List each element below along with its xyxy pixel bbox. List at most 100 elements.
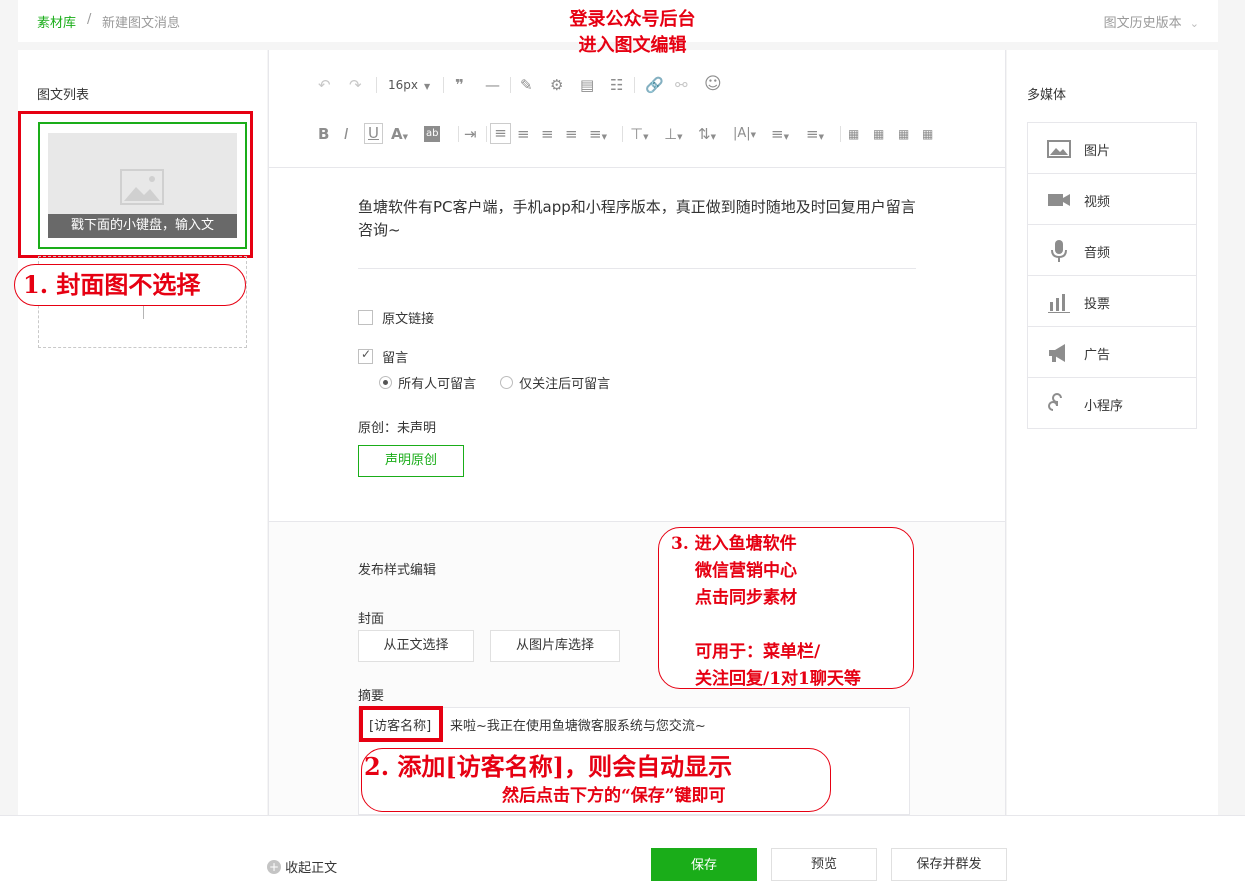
unordered-list-icon[interactable]: ≡▼	[806, 126, 824, 145]
annotation-step3: 3. 进入鱼塘软件 微信营销中心 点击同步素材 可用于：菜单栏/ 关注回复/1对…	[658, 527, 914, 689]
align-right-icon[interactable]: ≡	[541, 126, 554, 142]
comment-all-option[interactable]: 所有人可留言	[379, 373, 476, 392]
media-item-vote[interactable]: 投票	[1027, 276, 1197, 327]
image-center-icon[interactable]: ▦	[922, 126, 933, 142]
video-icon	[1048, 194, 1070, 206]
cover-placeholder: 戳下面的小键盘，输入文	[48, 133, 237, 238]
font-color-icon[interactable]: A▼	[391, 126, 408, 145]
comment-followers-option[interactable]: 仅关注后可留言	[500, 373, 610, 392]
annotation-step3-line: 点击同步素材	[695, 588, 797, 608]
miniprogram-icon	[1048, 393, 1062, 411]
media-item-video[interactable]: 视频	[1027, 174, 1197, 225]
annotation-step1: 1. 封面图不选择	[14, 264, 246, 306]
blockquote-icon[interactable]: ❞	[455, 77, 464, 93]
original-link-option[interactable]: 原文链接	[358, 308, 434, 327]
history-versions-label: 图文历史版本	[1103, 16, 1182, 31]
annotation-step3-line: 关注回复/1对1聊天等	[695, 669, 861, 689]
media-item-label: 投票	[1084, 297, 1111, 312]
original-link-checkbox[interactable]	[358, 310, 373, 325]
align-justify-icon[interactable]: ≡	[565, 126, 578, 142]
comment-followers-radio[interactable]	[500, 376, 513, 389]
document-icon[interactable]: ☷	[610, 77, 623, 93]
summary-text: 来啦~我正在使用鱼塘微客服系统与您交流~	[450, 719, 706, 734]
media-item-audio[interactable]: 音频	[1027, 225, 1197, 276]
annotation-step2: 2. 添加[访客名称]，则会自动显示 然后点击下方的“保存”键即可	[361, 748, 831, 812]
media-item-label: 图片	[1084, 144, 1111, 159]
image-placeholder-icon	[120, 169, 164, 205]
collapse-body-label: 收起正文	[285, 861, 338, 876]
annotation-top-line2: 进入图文编辑	[578, 35, 687, 56]
audio-icon	[1051, 240, 1067, 262]
paragraph-spacing-icon[interactable]: ≡▼	[589, 126, 607, 145]
line-height-icon[interactable]: ⇅▼	[698, 126, 716, 145]
cover-label: 封面	[358, 612, 385, 627]
cover-from-library-button[interactable]: 从图片库选择	[490, 630, 620, 662]
image-inline-icon[interactable]: ▦	[898, 126, 909, 142]
annotation-step3-line: 微信营销中心	[695, 561, 797, 581]
media-item-label: 小程序	[1084, 399, 1124, 414]
media-item-image[interactable]: 图片	[1027, 123, 1197, 174]
original-link-label: 原文链接	[382, 312, 435, 327]
plus-circle-icon: +	[267, 859, 281, 874]
history-versions-link[interactable]: 图文历史版本 ⌄	[1104, 12, 1199, 31]
background-color-icon[interactable]: ab	[424, 126, 441, 142]
clear-format-icon[interactable]: ⚙	[550, 77, 563, 93]
annotation-step2-line1: 2. 添加[访客名称]，则会自动显示	[364, 752, 733, 781]
horizontal-rule-icon[interactable]: —	[485, 77, 500, 93]
media-title: 多媒体	[1027, 88, 1067, 103]
save-and-send-button[interactable]: 保存并群发	[891, 848, 1007, 881]
spacing-before-icon[interactable]: ⊤▼	[630, 126, 648, 145]
align-center-icon[interactable]: ≡	[517, 126, 530, 142]
comment-option[interactable]: ✓ 留言	[358, 347, 408, 366]
spacing-after-icon[interactable]: ⊥▼	[664, 126, 682, 145]
redo-icon[interactable]: ↷	[349, 77, 362, 93]
save-button[interactable]: 保存	[651, 848, 757, 881]
bold-icon[interactable]: B	[318, 126, 329, 142]
font-size-select[interactable]: 16px ▼	[388, 78, 430, 92]
undo-icon[interactable]: ↶	[318, 77, 331, 93]
ordered-list-icon[interactable]: ≡▼	[771, 126, 789, 145]
preview-button[interactable]: 预览	[771, 848, 877, 881]
breadcrumb-separator: /	[87, 12, 92, 27]
media-item-ad[interactable]: 广告	[1027, 327, 1197, 378]
image-float-left-icon[interactable]: ▦	[848, 126, 859, 142]
comment-label: 留言	[382, 351, 409, 366]
collapse-body-toggle[interactable]: + 收起正文	[267, 857, 337, 876]
summary-label: 摘要	[358, 689, 385, 704]
cover-from-text-button[interactable]: 从正文选择	[358, 630, 474, 662]
comment-all-radio[interactable]	[379, 376, 392, 389]
publish-style-title: 发布样式编辑	[358, 563, 437, 578]
article-card[interactable]: 戳下面的小键盘，输入文	[38, 122, 247, 249]
comment-followers-label: 仅关注后可留言	[519, 377, 611, 392]
italic-icon[interactable]: I	[344, 126, 348, 142]
annotation-step3-line	[671, 612, 913, 639]
vote-icon	[1048, 294, 1070, 313]
indent-icon[interactable]: ⇥	[464, 126, 477, 142]
format-painter-icon[interactable]: ✎	[520, 77, 533, 93]
annotation-top-line1: 登录公众号后台	[569, 9, 696, 30]
chevron-down-icon: ⌄	[1189, 17, 1199, 30]
image-icon	[1047, 140, 1071, 158]
annotation-step3-line: 可用于：菜单栏/	[695, 642, 821, 662]
font-size-value: 16px	[388, 78, 418, 92]
ad-icon	[1049, 344, 1065, 362]
annotation-step3-line: 3. 进入鱼塘软件	[671, 534, 797, 554]
comment-all-label: 所有人可留言	[398, 377, 477, 392]
checkmark-icon: ✓	[361, 347, 372, 361]
media-item-label: 音频	[1084, 246, 1111, 261]
media-item-miniprogram[interactable]: 小程序	[1027, 378, 1197, 429]
insert-template-icon[interactable]: ▤	[580, 77, 594, 93]
image-float-right-icon[interactable]: ▦	[873, 126, 884, 142]
link-icon[interactable]: 🔗	[645, 77, 664, 93]
breadcrumb-root-link[interactable]: 素材库	[37, 12, 76, 31]
article-body-text[interactable]: 鱼塘软件有PC客户端，手机app和小程序版本，真正做到随时随地及时回复用户留言咨…	[358, 196, 918, 242]
underline-icon[interactable]: U	[364, 123, 383, 144]
letter-spacing-icon[interactable]: |A|▼	[733, 126, 756, 143]
comment-checkbox[interactable]: ✓	[358, 347, 373, 364]
declare-original-button[interactable]: 声明原创	[358, 445, 464, 477]
annotation-step2-line2: 然后点击下方的“保存”键即可	[502, 786, 726, 806]
align-left-icon[interactable]: ≡	[490, 123, 511, 144]
emoji-icon[interactable]: ☺	[704, 76, 722, 93]
original-status: 原创：未声明	[358, 421, 437, 436]
unlink-icon[interactable]: ⚯	[675, 77, 688, 93]
